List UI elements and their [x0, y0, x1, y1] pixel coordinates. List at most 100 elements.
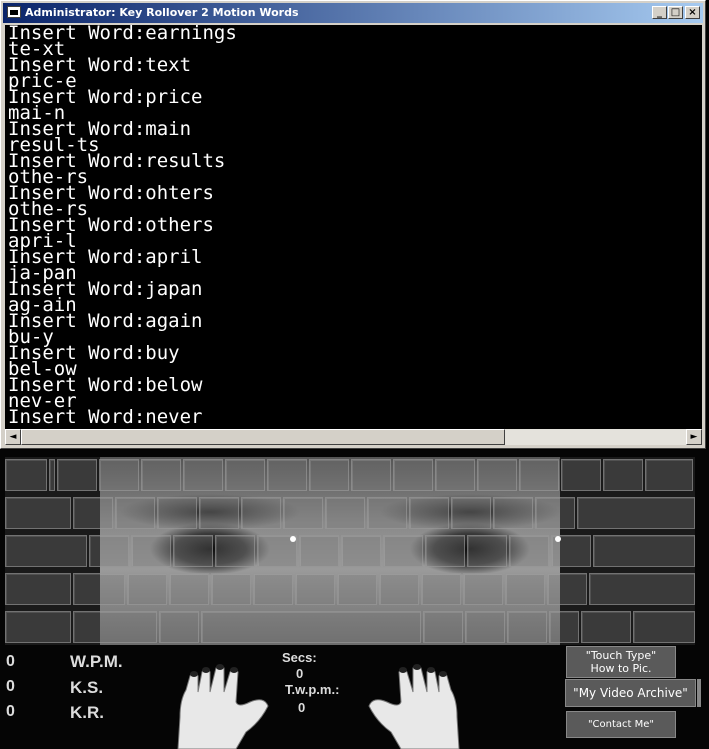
keyboard-key	[505, 573, 545, 605]
keyboard-key	[127, 573, 167, 605]
keyboard-key	[201, 611, 421, 643]
contact-me-button[interactable]: "Contact Me"	[566, 711, 676, 738]
scroll-left-icon[interactable]: ◄	[5, 429, 21, 445]
keyboard-key	[241, 497, 281, 529]
keyboard-key	[421, 573, 461, 605]
keyboard-key	[183, 459, 223, 491]
video-archive-button[interactable]: "My Video Archive"	[565, 679, 696, 707]
horizontal-scrollbar[interactable]: ◄ ►	[5, 429, 702, 445]
console-line: Insert Word:below	[8, 374, 203, 396]
console-line: Insert Word:others	[8, 214, 214, 236]
keyboard-row	[5, 609, 695, 645]
keyboard-key	[393, 459, 433, 491]
keyboard-row	[5, 495, 695, 531]
keyboard-key	[131, 535, 171, 567]
secs-label: Secs:	[282, 650, 317, 665]
scroll-right-icon[interactable]: ►	[686, 429, 702, 445]
maximize-button[interactable]: □	[668, 6, 683, 19]
twpm-value: 0	[298, 700, 306, 715]
console-line: Insert Word:ohters	[8, 182, 214, 204]
keyboard-row	[5, 457, 695, 493]
console-line: Insert Word:never	[8, 406, 203, 428]
console-line: Insert Word:again	[8, 310, 203, 332]
keyboard-key	[99, 459, 139, 491]
ks-value: 0	[6, 678, 15, 695]
keyboard-key	[535, 497, 575, 529]
keyboard-key	[577, 497, 695, 529]
console-window: Administrator: Key Rollover 2 Motion Wor…	[0, 0, 706, 449]
keyboard-key	[519, 459, 559, 491]
keyboard-key	[267, 459, 307, 491]
keyboard-key	[57, 459, 97, 491]
window-title: Administrator: Key Rollover 2 Motion Wor…	[25, 6, 299, 19]
keyboard-key	[5, 459, 47, 491]
scroll-thumb[interactable]	[21, 429, 505, 445]
keyboard-key	[115, 497, 155, 529]
keyboard-key	[225, 459, 265, 491]
keyboard-key	[581, 611, 631, 643]
console-line: Insert Word:main	[8, 118, 192, 140]
keyboard-row	[5, 571, 695, 607]
keyboard-key	[141, 459, 181, 491]
keyboard-key	[379, 573, 419, 605]
console-line: Insert Word:text	[8, 54, 192, 76]
keyboard-key	[159, 611, 199, 643]
close-button[interactable]: ×	[685, 6, 700, 19]
keyboard-key	[5, 535, 87, 567]
keyboard-key	[549, 611, 579, 643]
keyboard-key	[603, 459, 643, 491]
keyboard-key	[633, 611, 695, 643]
keyboard-key	[351, 459, 391, 491]
eye-glint	[555, 536, 561, 542]
secs-value: 0	[296, 666, 304, 681]
keyboard-key	[451, 497, 491, 529]
console-line: Insert Word:price	[8, 86, 203, 108]
console-line: Insert Word:earnings	[8, 25, 237, 44]
keyboard-key	[409, 497, 449, 529]
keyboard-key	[509, 535, 549, 567]
keyboard-key	[173, 535, 213, 567]
console-line: Insert Word:results	[8, 150, 226, 172]
button-edge	[697, 679, 701, 707]
keyboard-row	[5, 533, 695, 569]
keyboard-key	[283, 497, 323, 529]
keyboard-key	[295, 573, 335, 605]
left-hand-icon	[177, 664, 269, 749]
keyboard-key	[157, 497, 197, 529]
keyboard-key	[463, 573, 503, 605]
keyboard-key	[215, 535, 255, 567]
twpm-label: T.w.p.m.:	[285, 682, 340, 697]
keyboard-key	[593, 535, 695, 567]
keyboard-key	[73, 573, 125, 605]
console-line: Insert Word:japan	[8, 278, 203, 300]
keyboard-key	[309, 459, 349, 491]
console-line: Insert Word:buy	[8, 342, 180, 364]
touch-type-label: "Touch Type"	[585, 649, 657, 662]
keyboard-key	[465, 611, 505, 643]
keyboard-key	[423, 611, 463, 643]
minimize-button[interactable]: _	[652, 6, 667, 19]
console-line: Insert Word:april	[8, 246, 203, 268]
keyboard-key	[589, 573, 695, 605]
eye-glint	[290, 536, 296, 542]
keyboard-key	[383, 535, 423, 567]
keyboard-key	[325, 497, 365, 529]
touch-type-button[interactable]: "Touch Type" How to Pic.	[566, 646, 676, 678]
keyboard-key	[425, 535, 465, 567]
keyboard-key	[253, 573, 293, 605]
console-window-icon[interactable]	[7, 6, 21, 18]
console-output[interactable]: Insert Word:earnings te-xt Insert Word:t…	[5, 25, 702, 429]
keyboard-key	[199, 497, 239, 529]
keyboard-key	[73, 611, 157, 643]
keyboard-key	[467, 535, 507, 567]
keyboard-key	[211, 573, 251, 605]
keyboard-key	[477, 459, 517, 491]
kr-label: K.R.	[70, 703, 104, 722]
keyboard-key	[507, 611, 547, 643]
keyboard-key	[73, 497, 113, 529]
keyboard-key	[89, 535, 129, 567]
keyboard-key	[493, 497, 533, 529]
title-bar[interactable]: Administrator: Key Rollover 2 Motion Wor…	[3, 3, 703, 23]
touch-type-sublabel: How to Pic.	[590, 662, 652, 675]
keyboard-key	[645, 459, 693, 491]
